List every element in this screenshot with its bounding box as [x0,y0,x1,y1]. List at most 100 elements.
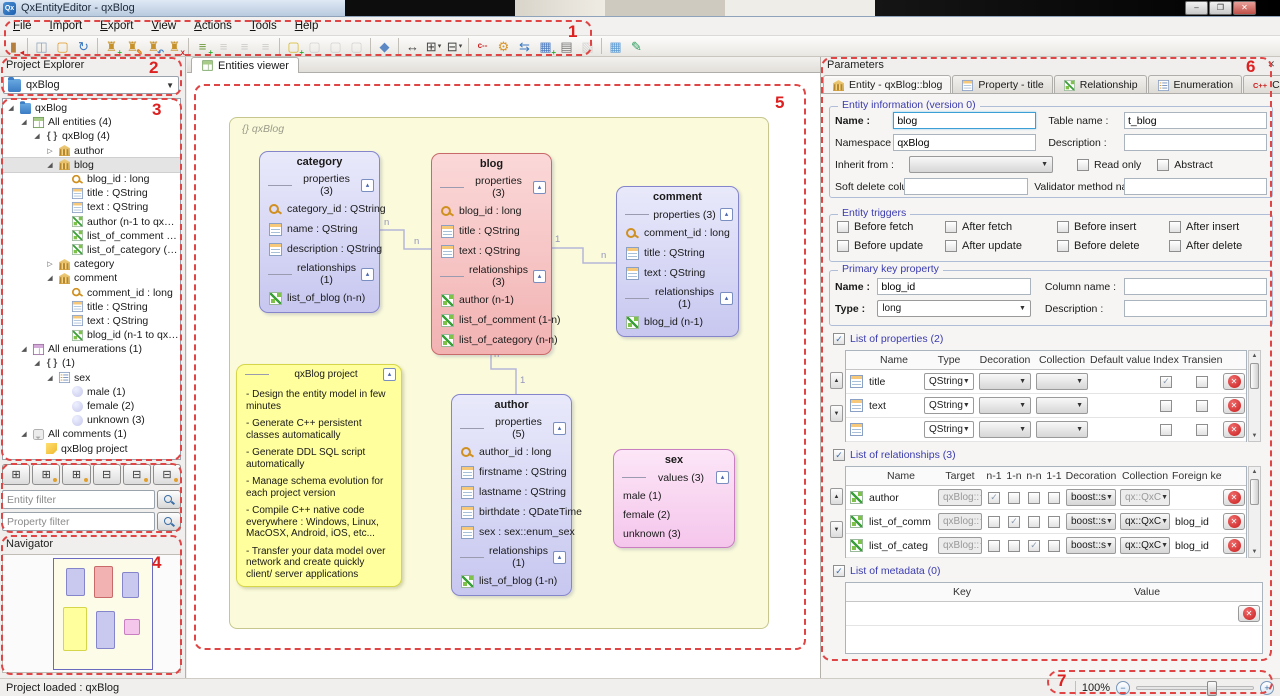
after-fetch-checkbox[interactable] [945,221,957,233]
tree-item-all-entities-4[interactable]: ◢All entities (4) [3,115,180,129]
scroll-up-icon[interactable]: ▲ [1250,469,1259,475]
tree-item-list-of-comment-1[interactable]: list_of_comment (1-... [3,229,180,243]
tree-item-all-enumerations-1[interactable]: ◢All enumerations (1) [3,342,180,356]
tab-entity-qxblog-blog[interactable]: Entity - qxBlog::blog [823,75,951,94]
cardinality-1-1-checkbox[interactable] [1048,516,1060,528]
property-collection-dropdown[interactable]: ▼ [1034,397,1090,414]
zoom-slider[interactable] [1136,686,1254,690]
remove-comment-button[interactable]: ▢ [346,37,367,56]
scrollbar-thumb[interactable] [1250,479,1259,505]
tree-item-all-comments-1[interactable]: ◢All comments (1) [3,427,180,441]
tree-item-1[interactable]: ◢{ }(1) [3,356,180,370]
target-dropdown[interactable]: qxBlog::▼ [936,489,984,506]
tree-item-blog-id-long[interactable]: blog_id : long [3,172,180,186]
zoom-out-button[interactable]: ⊟▾ [444,37,465,56]
tree-item-list-of-category-n[interactable]: list_of_category (n-... [3,243,180,257]
tree-item-author[interactable]: ▷author [3,144,180,158]
add-entity-button[interactable]: ♜+ [101,37,122,56]
decoration-dropdown[interactable]: boost::s▼ [1064,537,1118,554]
list-of-properties-checkbox[interactable] [833,333,845,345]
delete-metadata-button[interactable]: ✕ [1238,605,1260,622]
delete-property-button[interactable]: ✕ [1223,373,1245,390]
collapse-section-button[interactable]: ▴ [533,181,546,194]
print-button[interactable]: ▤ [556,37,577,56]
pk-type-dropdown[interactable]: long ▼ [877,300,1031,317]
tree-expander-icon[interactable]: ◢ [19,118,29,126]
cardinality-n-1-checkbox[interactable] [988,540,1000,552]
index-checkbox[interactable] [1160,424,1172,436]
relationships-scrollbar[interactable]: ▲ ▼ [1248,466,1261,558]
list-of-relationships-checkbox[interactable] [833,449,845,461]
tree-item-male-1[interactable]: male (1) [3,385,180,399]
cardinality-1-n-checkbox[interactable] [1008,540,1020,552]
navigator-minimap[interactable] [53,558,153,670]
tree-item-blog[interactable]: ◢blog [3,158,180,172]
duplicate-enumeration-button[interactable]: ≡ [234,37,255,56]
close-button[interactable]: ✕ [1233,1,1256,15]
delete-relationship-button[interactable]: ✕ [1223,513,1245,530]
tree-item-qxblog-4[interactable]: ◢{ }qxBlog (4) [3,129,180,143]
fit-view-button[interactable]: ↔ [402,37,423,56]
transient-checkbox[interactable] [1196,400,1208,412]
collapse-all-button[interactable]: ⊟ [93,464,121,485]
inherit-from-dropdown[interactable]: ▼ [909,156,1053,173]
diagram-canvas[interactable]: {} qxBlog nn1nn1 categoryproperties (3)▴… [187,73,820,678]
scroll-down-icon[interactable]: ▼ [1250,433,1259,439]
pk-description-input[interactable] [1124,300,1267,317]
after-delete-checkbox[interactable] [1169,240,1181,252]
property-collection-dropdown[interactable]: ▼ [1034,421,1090,438]
entity-category[interactable]: categoryproperties (3)▴category_id : QSt… [259,151,380,313]
minimize-button[interactable]: – [1185,1,1208,15]
move-row-up-button[interactable]: ▲ [830,488,843,505]
after-update-checkbox[interactable] [945,240,957,252]
relationship-name-cell[interactable]: list_of_categ [866,540,936,552]
tree-item-title-qstring[interactable]: title : QString [3,300,180,314]
add-enumeration-button[interactable]: ≡+ [192,37,213,56]
network-services-button[interactable]: ⇆ [514,37,535,56]
move-row-up-button[interactable]: ▲ [830,372,843,389]
decoration-dropdown[interactable]: boost::s▼ [1064,513,1118,530]
before-fetch-checkbox[interactable] [837,221,849,233]
before-insert-checkbox[interactable] [1057,221,1069,233]
transient-checkbox[interactable] [1196,376,1208,388]
tree-item-comment-id-long[interactable]: comment_id : long [3,285,180,299]
edit-diagram-button[interactable]: ✎ [626,37,647,56]
collapse-entities-button[interactable]: ⊟ [123,464,151,485]
tree-item-qxblog[interactable]: ◢qxBlog [3,101,180,115]
project-properties-button[interactable]: ◫ [31,37,52,56]
expand-all-button[interactable]: ⊞ [2,464,30,485]
scrollbar-thumb[interactable] [1250,363,1259,389]
tree-item-text-qstring[interactable]: text : QString [3,200,180,214]
foreign-key-cell[interactable]: blog_id [1172,540,1222,552]
property-decoration-dropdown[interactable]: ▼ [976,373,1034,390]
index-checkbox[interactable] [1160,400,1172,412]
cardinality-1-1-checkbox[interactable] [1048,492,1060,504]
exit-button[interactable]: ▮◂ [3,37,24,56]
tree-item-female-2[interactable]: female (2) [3,399,180,413]
cardinality-n-n-checkbox[interactable] [1028,516,1040,528]
collapse-section-button[interactable]: ▴ [361,268,374,281]
tree-expander-icon[interactable]: ◢ [32,359,42,367]
menu-help[interactable]: Help [286,18,328,34]
zoom-out-button[interactable]: − [1116,681,1130,695]
collapse-section-button[interactable]: ▴ [533,270,546,283]
collapse-note-button[interactable]: ▴ [383,368,396,381]
target-dropdown[interactable]: qxBlog::▼ [936,513,984,530]
property-filter-input[interactable] [2,512,155,531]
generate-code-button[interactable]: ⚙ [493,37,514,56]
add-comment-button[interactable]: ▢+ [283,37,304,56]
description-input[interactable] [1124,134,1267,151]
show-grid-button[interactable]: ▦ [605,37,626,56]
tree-item-unknown-3[interactable]: unknown (3) [3,413,180,427]
refresh-project-button[interactable]: ↻ [73,37,94,56]
tree-item-title-qstring[interactable]: title : QString [3,186,180,200]
tree-item-blog-id-n-1-to-qxbl[interactable]: blog_id (n-1 to qxBl... [3,328,180,342]
pk-column-input[interactable] [1124,278,1267,295]
remove-entity-button[interactable]: ♜x [164,37,185,56]
tree-expander-icon[interactable]: ◢ [19,345,29,353]
tree-expander-icon[interactable]: ▷ [45,147,55,155]
project-selector-combo[interactable]: qxBlog ▼ [3,76,179,94]
relationship-name-cell[interactable]: list_of_comm [866,516,936,528]
edit-comment-button[interactable]: ▢ [304,37,325,56]
delete-relationship-button[interactable]: ✕ [1223,537,1245,554]
